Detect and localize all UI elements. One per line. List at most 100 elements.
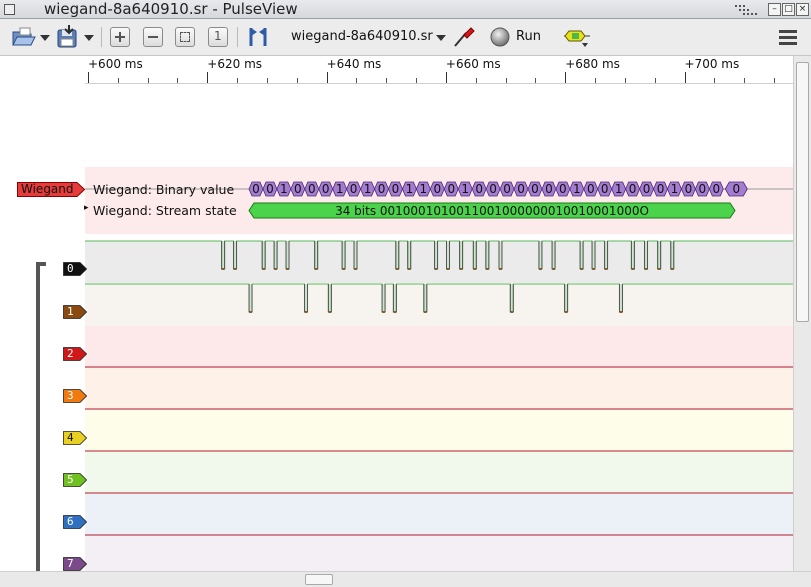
channel-band [85, 284, 793, 326]
binary-bit-annotation[interactable]: 0 [499, 181, 515, 197]
binary-bit-annotation[interactable]: 0 [639, 181, 654, 197]
binary-bit-annotation[interactable]: 0 [694, 181, 710, 197]
channel-tag[interactable]: 4 [63, 431, 87, 445]
binary-bit-annotation[interactable]: 0 [485, 181, 501, 197]
binary-bit-annotation[interactable]: 0 [513, 181, 529, 197]
binary-bit-annotation[interactable]: 0 [388, 181, 403, 197]
binary-bit-text: 1 [336, 182, 344, 196]
save-icon[interactable] [55, 25, 81, 49]
stream-state-annotation[interactable]: 34 bits 00100010100110010000000100100010… [248, 202, 736, 219]
binary-bit-annotation[interactable]: 0 [346, 181, 362, 197]
binary-bit-annotation[interactable]: 1 [402, 181, 417, 197]
channel-tag[interactable]: 0 [63, 262, 87, 276]
binary-bit-annotation[interactable]: 0 [724, 181, 748, 197]
channel-tag[interactable]: 1 [63, 305, 87, 319]
run-icon[interactable] [490, 27, 510, 47]
ruler-minor-tick [714, 78, 716, 83]
binary-bit-annotation[interactable]: 1 [457, 181, 473, 197]
binary-bit-annotation[interactable]: 0 [708, 181, 724, 197]
vertical-scroll-thumb[interactable] [796, 62, 809, 322]
channel-tag[interactable]: 5 [63, 473, 87, 487]
binary-bit-annotation[interactable]: 0 [429, 181, 445, 197]
probe-icon[interactable] [452, 25, 476, 49]
ruler-minor-tick [237, 78, 239, 83]
binary-bit-annotation[interactable]: 1 [611, 181, 627, 197]
channel-tag-label: 5 [67, 473, 74, 486]
minimize-button[interactable]: – [768, 3, 781, 16]
binary-bit-text: 0 [447, 182, 455, 196]
channel-tag[interactable]: 6 [63, 515, 87, 529]
ruler-minor-tick [386, 78, 388, 83]
binary-bit-annotation[interactable]: 0 [653, 181, 668, 197]
binary-bit-annotation[interactable]: 1 [667, 181, 682, 197]
binary-bit-annotation[interactable]: 0 [443, 181, 459, 197]
binary-bit-text: 0 [503, 182, 511, 196]
binary-bit-text: 1 [615, 182, 623, 196]
menu-icon[interactable] [778, 28, 798, 46]
ruler-minor-tick [595, 78, 597, 83]
binary-bit-annotation[interactable]: 0 [262, 181, 278, 197]
ruler-minor-tick [416, 78, 418, 83]
binary-bit-annotation[interactable]: 0 [290, 181, 306, 197]
ruler-tick-label: +640 ms [326, 57, 382, 71]
ruler-tick-label: +700 ms [684, 57, 740, 71]
decoder-row-expander[interactable]: ▸ [84, 203, 89, 213]
binary-bit-annotation[interactable]: 1 [276, 181, 292, 197]
time-ruler[interactable]: +600 ms +620 ms +640 ms +660 ms +680 ms +700 … [85, 56, 793, 84]
device-dropdown-icon[interactable] [436, 35, 446, 41]
channel-tag-label: 1 [67, 305, 74, 318]
close-button[interactable]: × [796, 3, 809, 16]
binary-bit-text: 1 [573, 182, 581, 196]
binary-bit-annotation[interactable]: 0 [318, 181, 334, 197]
horizontal-scroll-thumb[interactable] [305, 574, 333, 585]
binary-bit-annotation[interactable]: 0 [555, 181, 571, 197]
binary-bit-annotation[interactable]: 1 [360, 181, 375, 197]
horizontal-scrollbar[interactable] [0, 571, 811, 587]
open-dropdown-icon[interactable] [40, 35, 50, 41]
binary-bit-annotation[interactable]: 1 [332, 181, 348, 197]
binary-bit-annotation[interactable]: 1 [415, 181, 431, 197]
run-button[interactable]: Run [516, 29, 541, 44]
binary-bit-text: 0 [643, 182, 651, 196]
main-view: +600 ms +620 ms +640 ms +660 ms +680 ms +700 … [0, 56, 811, 587]
add-decoder-icon[interactable] [563, 28, 591, 48]
zoom-one-to-one-icon[interactable]: 1 [208, 27, 228, 47]
channel-tag-label: 7 [67, 557, 74, 570]
trace-area[interactable]: 0 0 1 0 0 0 1 0 1 0 0 1 1 0 0 1 0 0 0 0 0 0 0 1 0 0 1 0 0 0 1 0 0 0 0 34 bi… [85, 84, 793, 571]
binary-bit-annotation[interactable]: 0 [583, 181, 599, 197]
channel-tag[interactable]: 3 [63, 389, 87, 403]
binary-bit-annotation[interactable]: 1 [569, 181, 585, 197]
binary-bit-annotation[interactable]: 0 [374, 181, 389, 197]
vertical-scrollbar[interactable] [793, 56, 811, 571]
zoom-fit-icon[interactable] [175, 27, 195, 47]
trace-canvas[interactable]: 0 0 1 0 0 0 1 0 1 0 0 1 1 0 0 1 0 0 0 0 0 0 0 1 0 0 1 0 0 0 1 0 0 0 034 bi… [85, 84, 793, 571]
ruler-tick-label: +680 ms [565, 57, 620, 71]
binary-bit-annotation[interactable]: 0 [681, 181, 696, 197]
window-menu-icon[interactable] [4, 4, 15, 15]
maximize-button[interactable]: □ [782, 3, 795, 16]
binary-bit-annotation[interactable]: 0 [304, 181, 320, 197]
binary-bit-text: 0 [350, 182, 358, 196]
binary-bit-text: 0 [489, 182, 497, 196]
cursor-icon[interactable] [247, 26, 271, 48]
channel-tag[interactable]: 7 [63, 557, 87, 571]
zoom-in-icon[interactable] [110, 27, 130, 47]
binary-bit-annotation[interactable]: 0 [248, 181, 264, 197]
channel-tag[interactable]: 2 [63, 347, 87, 361]
folder-open-icon[interactable] [11, 26, 37, 48]
ruler-major-tick [565, 72, 567, 83]
zoom-out-icon[interactable] [143, 27, 163, 47]
title-bar: wiegand-8a640910.sr - PulseView – □ × [0, 0, 811, 19]
binary-bit-text: 0 [294, 182, 302, 196]
binary-bit-annotation[interactable]: 0 [625, 181, 641, 197]
save-dropdown-icon[interactable] [84, 35, 94, 41]
channel-tag-label: 3 [67, 389, 74, 402]
binary-bit-annotation[interactable]: 0 [527, 181, 543, 197]
binary-bit-annotation[interactable]: 0 [597, 181, 613, 197]
binary-bit-annotation[interactable]: 0 [471, 181, 487, 197]
decoder-tag-label: Wiegand [21, 182, 74, 196]
shade-icon[interactable] [733, 3, 765, 16]
device-selector[interactable]: wiegand-8a640910.sr [291, 29, 433, 44]
binary-bit-text: 0 [587, 182, 595, 196]
binary-bit-annotation[interactable]: 0 [541, 181, 557, 197]
